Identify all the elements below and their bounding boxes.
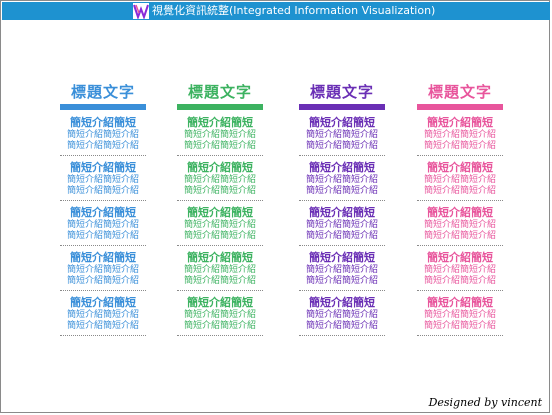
item-text-line: 簡短介紹簡短介紹 [183,231,256,241]
item-text-line: 簡短介紹簡短介紹 [183,265,256,275]
item-text-line: 簡短介紹簡短介紹 [183,321,256,331]
item-title: 簡短介紹簡短 [187,161,253,174]
column-title: 標題文字 [309,83,374,101]
item-title: 簡短介紹簡短 [309,296,375,309]
item-title: 簡短介紹簡短 [70,296,136,309]
item-text-line: 簡短介紹簡短介紹 [66,276,139,286]
info-item: 簡短介紹簡短 簡短介紹簡短介紹 簡短介紹簡短介紹 [60,159,146,201]
item-title: 簡短介紹簡短 [70,251,136,264]
item-text-line: 簡短介紹簡短介紹 [66,310,139,320]
info-column: 標題文字 簡短介紹簡短 簡短介紹簡短介紹 簡短介紹簡短介紹 簡短介紹簡短 簡短介紹簡短介紹… [417,82,503,339]
item-text-line: 簡短介紹簡短介紹 [305,265,378,275]
item-title: 簡短介紹簡短 [309,161,375,174]
info-item: 簡短介紹簡短 簡短介紹簡短介紹 簡短介紹簡短介紹 [60,114,146,156]
item-text-line: 簡短介紹簡短介紹 [423,276,496,286]
item-text-line: 簡短介紹簡短介紹 [305,276,378,286]
item-title: 簡短介紹簡短 [309,251,375,264]
item-title: 簡短介紹簡短 [70,161,136,174]
item-text-line: 簡短介紹簡短介紹 [305,175,378,185]
item-text-line: 簡短介紹簡短介紹 [66,130,139,140]
info-column: 標題文字 簡短介紹簡短 簡短介紹簡短介紹 簡短介紹簡短介紹 簡短介紹簡短 簡短介紹簡短介紹… [299,82,385,339]
item-text-line: 簡短介紹簡短介紹 [66,141,139,151]
info-column: 標題文字 簡短介紹簡短 簡短介紹簡短介紹 簡短介紹簡短介紹 簡短介紹簡短 簡短介紹簡短介紹… [177,82,263,339]
item-text-line: 簡短介紹簡短介紹 [183,141,256,151]
item-title: 簡短介紹簡短 [309,206,375,219]
column-accent-bar [299,104,385,110]
item-text-line: 簡短介紹簡短介紹 [183,175,256,185]
item-title: 簡短介紹簡短 [187,116,253,129]
item-text-line: 簡短介紹簡短介紹 [183,276,256,286]
item-text-line: 簡短介紹簡短介紹 [423,310,496,320]
info-item: 簡短介紹簡短 簡短介紹簡短介紹 簡短介紹簡短介紹 [299,294,385,336]
item-title: 簡短介紹簡短 [427,251,493,264]
item-title: 簡短介紹簡短 [309,116,375,129]
info-item: 簡短介紹簡短 簡短介紹簡短介紹 簡短介紹簡短介紹 [177,294,263,336]
item-text-line: 簡短介紹簡短介紹 [305,141,378,151]
info-item: 簡短介紹簡短 簡短介紹簡短介紹 簡短介紹簡短介紹 [177,249,263,291]
item-text-line: 簡短介紹簡短介紹 [305,130,378,140]
item-title: 簡短介紹簡短 [427,161,493,174]
info-item: 簡短介紹簡短 簡短介紹簡短介紹 簡短介紹簡短介紹 [177,114,263,156]
column-accent-bar [60,104,146,110]
info-item: 簡短介紹簡短 簡短介紹簡短介紹 簡短介紹簡短介紹 [60,204,146,246]
column-title: 標題文字 [187,83,252,101]
column-title: 標題文字 [70,83,135,101]
item-title: 簡短介紹簡短 [427,296,493,309]
item-text-line: 簡短介紹簡短介紹 [423,130,496,140]
item-text-line: 簡短介紹簡短介紹 [66,186,139,196]
item-title: 簡短介紹簡短 [70,116,136,129]
item-text-line: 簡短介紹簡短介紹 [305,321,378,331]
item-title: 簡短介紹簡短 [187,296,253,309]
item-text-line: 簡短介紹簡短介紹 [305,186,378,196]
item-title: 簡短介紹簡短 [427,206,493,219]
item-text-line: 簡短介紹簡短介紹 [183,186,256,196]
item-title: 簡短介紹簡短 [187,206,253,219]
info-item: 簡短介紹簡短 簡短介紹簡短介紹 簡短介紹簡短介紹 [60,249,146,291]
info-item: 簡短介紹簡短 簡短介紹簡短介紹 簡短介紹簡短介紹 [417,114,503,156]
column-title: 標題文字 [427,83,492,101]
info-item: 簡短介紹簡短 簡短介紹簡短介紹 簡短介紹簡短介紹 [417,159,503,201]
info-item: 簡短介紹簡短 簡短介紹簡短介紹 簡短介紹簡短介紹 [299,204,385,246]
column-accent-bar [177,104,263,110]
item-text-line: 簡短介紹簡短介紹 [66,231,139,241]
item-text-line: 簡短介紹簡短介紹 [183,220,256,230]
item-text-line: 簡短介紹簡短介紹 [66,265,139,275]
item-text-line: 簡短介紹簡短介紹 [423,265,496,275]
item-text-line: 簡短介紹簡短介紹 [66,175,139,185]
item-text-line: 簡短介紹簡短介紹 [423,175,496,185]
app-title: 視覺化資訊統整(Integrated Information Visualiza… [152,4,436,17]
item-text-line: 簡短介紹簡短介紹 [423,321,496,331]
app-logo-icon [133,3,149,19]
info-item: 簡短介紹簡短 簡短介紹簡短介紹 簡短介紹簡短介紹 [417,294,503,336]
info-column: 標題文字 簡短介紹簡短 簡短介紹簡短介紹 簡短介紹簡短介紹 簡短介紹簡短 簡短介紹簡短介紹… [60,82,146,339]
item-title: 簡短介紹簡短 [427,116,493,129]
item-text-line: 簡短介紹簡短介紹 [423,231,496,241]
item-text-line: 簡短介紹簡短介紹 [183,130,256,140]
info-item: 簡短介紹簡短 簡短介紹簡短介紹 簡短介紹簡短介紹 [60,294,146,336]
item-text-line: 簡短介紹簡短介紹 [183,310,256,320]
info-item: 簡短介紹簡短 簡短介紹簡短介紹 簡短介紹簡短介紹 [417,249,503,291]
info-item: 簡短介紹簡短 簡短介紹簡短介紹 簡短介紹簡短介紹 [299,249,385,291]
designer-credit: Designed by vincent [428,396,542,409]
item-title: 簡短介紹簡短 [187,251,253,264]
item-text-line: 簡短介紹簡短介紹 [66,321,139,331]
info-item: 簡短介紹簡短 簡短介紹簡短介紹 簡短介紹簡短介紹 [177,204,263,246]
info-item: 簡短介紹簡短 簡短介紹簡短介紹 簡短介紹簡短介紹 [299,159,385,201]
item-text-line: 簡短介紹簡短介紹 [423,186,496,196]
item-text-line: 簡短介紹簡短介紹 [305,231,378,241]
item-text-line: 簡短介紹簡短介紹 [66,220,139,230]
item-title: 簡短介紹簡短 [70,206,136,219]
title-bar: 視覺化資訊統整(Integrated Information Visualiza… [2,2,550,20]
item-text-line: 簡短介紹簡短介紹 [423,220,496,230]
info-item: 簡短介紹簡短 簡短介紹簡短介紹 簡短介紹簡短介紹 [299,114,385,156]
item-text-line: 簡短介紹簡短介紹 [423,141,496,151]
item-text-line: 簡短介紹簡短介紹 [305,310,378,320]
item-text-line: 簡短介紹簡短介紹 [305,220,378,230]
info-item: 簡短介紹簡短 簡短介紹簡短介紹 簡短介紹簡短介紹 [417,204,503,246]
info-item: 簡短介紹簡短 簡短介紹簡短介紹 簡短介紹簡短介紹 [177,159,263,201]
column-accent-bar [417,104,503,110]
